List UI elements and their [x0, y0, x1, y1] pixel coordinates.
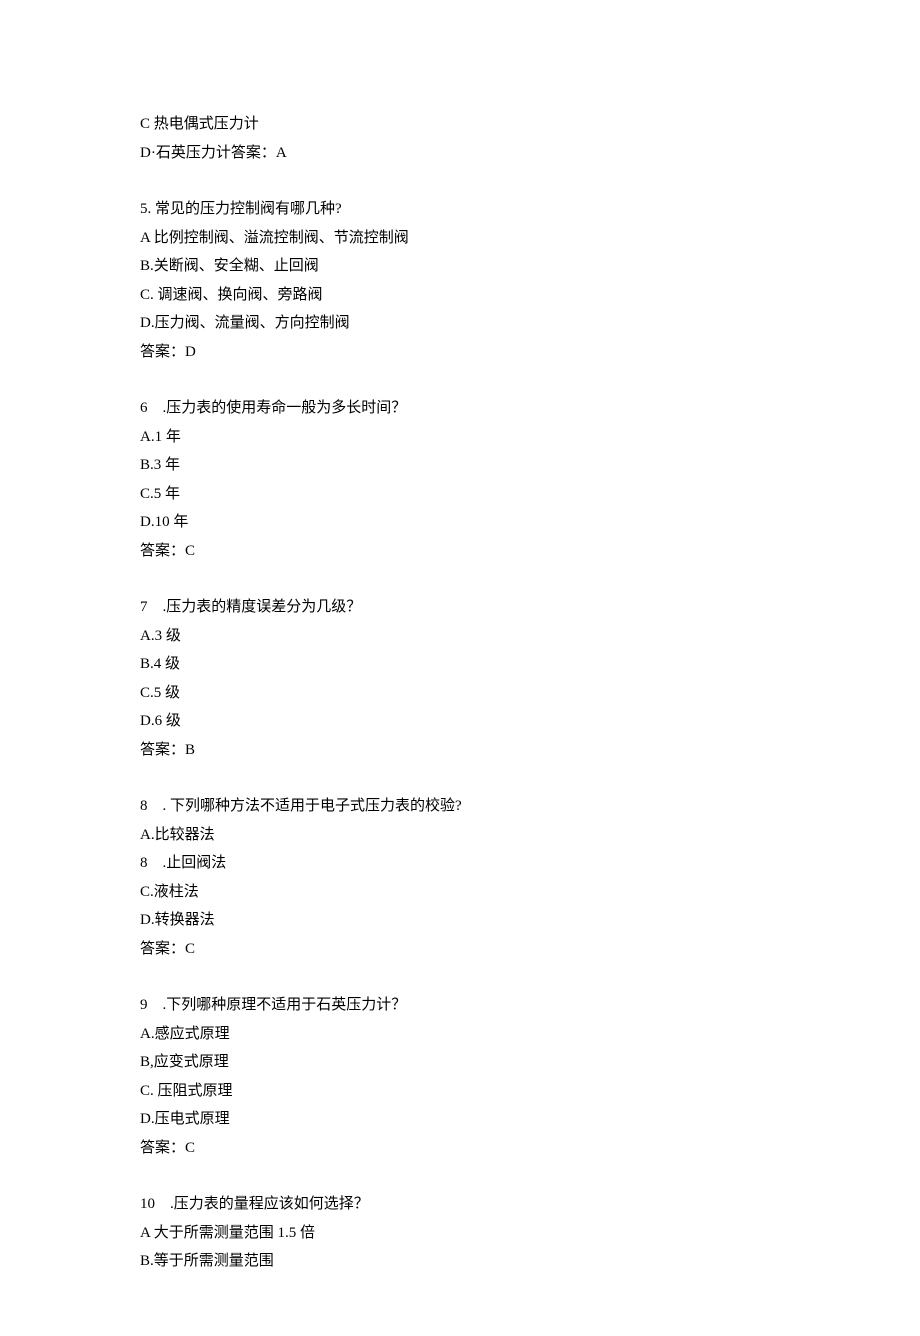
text-line: 答案：D [140, 338, 780, 367]
text-line: 答案：C [140, 1134, 780, 1163]
text-line: 6 .压力表的使用寿命一般为多长时间？ [140, 394, 780, 423]
text-line: 5. 常见的压力控制阀有哪几种? [140, 195, 780, 224]
text-line: B,应变式原理 [140, 1048, 780, 1077]
text-line: C.5 级 [140, 679, 780, 708]
text-line: D.6 级 [140, 707, 780, 736]
text-block: 6 .压力表的使用寿命一般为多长时间？A.1 年B.3 年C.5 年D.10 年… [140, 394, 780, 565]
document-page: C 热电偶式压力计D·石英压力计答案：A 5. 常见的压力控制阀有哪几种?A 比例… [0, 0, 920, 1336]
text-line: 答案：B [140, 736, 780, 765]
text-line: D·石英压力计答案：A [140, 139, 780, 168]
text-line: 答案：C [140, 537, 780, 566]
text-block: 5. 常见的压力控制阀有哪几种?A 比例控制阀、溢流控制阀、节流控制阀B.关断阀… [140, 195, 780, 366]
text-line: C. 调速阀、换向阀、旁路阀 [140, 281, 780, 310]
text-line: D.压力阀、流量阀、方向控制阀 [140, 309, 780, 338]
text-line: C.液柱法 [140, 878, 780, 907]
text-line: C.5 年 [140, 480, 780, 509]
text-line: 7 .压力表的精度误差分为几级？ [140, 593, 780, 622]
text-line: 8 . 下列哪种方法不适用于电子式压力表的校验? [140, 792, 780, 821]
text-line: A 比例控制阀、溢流控制阀、节流控制阀 [140, 224, 780, 253]
text-line: B.3 年 [140, 451, 780, 480]
text-line: A 大于所需测量范围 1.5 倍 [140, 1219, 780, 1248]
text-block: C 热电偶式压力计D·石英压力计答案：A [140, 110, 780, 167]
text-block: 10 .压力表的量程应该如何选择？A 大于所需测量范围 1.5 倍B.等于所需测… [140, 1190, 780, 1276]
text-line: D.压电式原理 [140, 1105, 780, 1134]
text-line: A.比较器法 [140, 821, 780, 850]
text-block: 7 .压力表的精度误差分为几级？A.3 级B.4 级C.5 级D.6 级答案：B [140, 593, 780, 764]
text-line: 9 .下列哪种原理不适用于石英压力计？ [140, 991, 780, 1020]
text-line: A.1 年 [140, 423, 780, 452]
text-line: C 热电偶式压力计 [140, 110, 780, 139]
text-line: C. 压阻式原理 [140, 1077, 780, 1106]
text-line: B.等于所需测量范围 [140, 1247, 780, 1276]
text-line: D.转换器法 [140, 906, 780, 935]
text-line: A.感应式原理 [140, 1020, 780, 1049]
text-line: A.3 级 [140, 622, 780, 651]
text-line: 答案：C [140, 935, 780, 964]
text-line: B.4 级 [140, 650, 780, 679]
text-line: B.关断阀、安全糊、止回阀 [140, 252, 780, 281]
text-block: 9 .下列哪种原理不适用于石英压力计？A.感应式原理B,应变式原理C. 压阻式原… [140, 991, 780, 1162]
text-line: 8 .止回阀法 [140, 849, 780, 878]
text-block: 8 . 下列哪种方法不适用于电子式压力表的校验?A.比较器法8 .止回阀法C.液… [140, 792, 780, 963]
text-line: D.10 年 [140, 508, 780, 537]
text-line: 10 .压力表的量程应该如何选择？ [140, 1190, 780, 1219]
